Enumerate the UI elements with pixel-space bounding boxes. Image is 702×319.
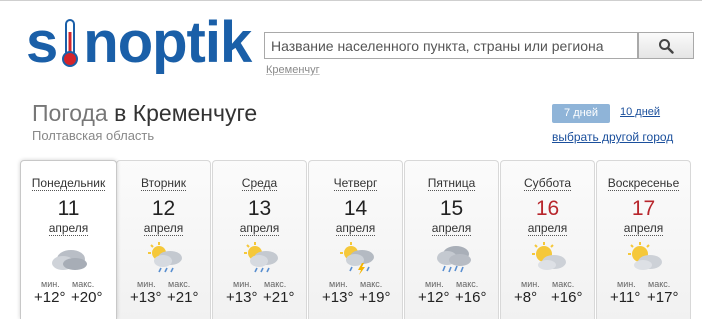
region-label: Полтавская область xyxy=(32,128,155,143)
day-month: апреля xyxy=(431,221,472,236)
min-temp: +12° xyxy=(34,289,66,306)
day-month: апреля xyxy=(143,221,184,236)
min-temp: +8° xyxy=(514,289,538,306)
max-temp: +21° xyxy=(167,289,199,306)
search-button[interactable] xyxy=(638,32,694,59)
day-card[interactable]: Воскресенье 17 апреля мин. макс. +11° +17° xyxy=(596,160,691,319)
day-name: Среда xyxy=(241,176,278,191)
day-number: 15 xyxy=(439,197,464,220)
title-city: в Кременчуге xyxy=(114,100,258,126)
day-name: Пятница xyxy=(427,176,476,191)
min-label: мин. xyxy=(425,279,444,289)
day-month: апреля xyxy=(335,221,376,236)
max-label: макс. xyxy=(552,279,575,289)
tab-10-days[interactable]: 10 дней xyxy=(620,106,660,118)
max-temp: +19° xyxy=(359,289,391,306)
search-icon xyxy=(659,38,674,54)
partly-cloudy-rain-icon xyxy=(239,241,283,275)
min-label: мин. xyxy=(329,279,348,289)
forecast-days: Понедельник 11 апреля мин. макс. +12° +20° Втор… xyxy=(20,160,692,319)
max-label: макс. xyxy=(648,279,671,289)
day-number: 12 xyxy=(151,197,176,220)
min-label: мин. xyxy=(521,279,540,289)
min-temp: +13° xyxy=(226,289,258,306)
day-card[interactable]: Четверг 14 апреля мин. макс. +13° +19° xyxy=(308,160,403,319)
sinoptik-logo[interactable]: s noptik xyxy=(26,10,252,75)
title-prefix: Погода xyxy=(32,100,108,126)
day-name: Понедельник xyxy=(31,176,106,191)
max-temp: +17° xyxy=(647,289,679,306)
min-label: мин. xyxy=(233,279,252,289)
thermometer-icon xyxy=(60,18,80,68)
cloudy-icon xyxy=(47,241,91,275)
day-number: 14 xyxy=(343,197,368,220)
tab-7-days[interactable]: 7 дней xyxy=(552,104,610,123)
partly-cloudy-icon xyxy=(623,241,667,275)
cloudy-rain-icon xyxy=(431,241,475,275)
day-name: Суббота xyxy=(524,176,571,191)
max-temp: +21° xyxy=(263,289,295,306)
day-number: 16 xyxy=(535,197,560,220)
search-input[interactable]: Название населенного пункта, страны или … xyxy=(264,32,638,59)
top-divider xyxy=(0,0,702,1)
min-label: мин. xyxy=(41,279,60,289)
day-card[interactable]: Вторник 12 апреля мин. макс. +13° +21° xyxy=(116,160,211,319)
page-title: Погода в Кременчуге xyxy=(32,100,257,127)
day-card[interactable]: Среда 13 апреля мин. макс. +13° +21° xyxy=(212,160,307,319)
day-name: Вторник xyxy=(141,176,186,191)
day-number: 13 xyxy=(247,197,272,220)
day-name: Четверг xyxy=(333,176,378,191)
logo-text-left: s xyxy=(26,10,58,75)
max-temp: +20° xyxy=(71,289,103,306)
logo-text-right: noptik xyxy=(83,10,252,75)
min-temp: +12° xyxy=(418,289,450,306)
day-month: апреля xyxy=(623,221,664,236)
min-label: мин. xyxy=(137,279,156,289)
max-label: макс. xyxy=(72,279,95,289)
max-temp: +16° xyxy=(551,289,583,306)
max-label: макс. xyxy=(360,279,383,289)
min-temp: +13° xyxy=(322,289,354,306)
day-card[interactable]: Пятница 15 апреля мин. макс. +12° +16° xyxy=(404,160,499,319)
pick-other-city-link[interactable]: выбрать другой город xyxy=(552,130,673,144)
max-label: макс. xyxy=(168,279,191,289)
partly-cloudy-rain-icon xyxy=(143,241,187,275)
min-temp: +11° xyxy=(610,289,641,306)
day-number: 17 xyxy=(631,197,656,220)
day-name: Воскресенье xyxy=(607,176,680,191)
day-card[interactable]: Понедельник 11 апреля мин. макс. +12° +20° xyxy=(20,160,117,319)
thunderstorm-sun-icon xyxy=(335,241,379,275)
max-label: макс. xyxy=(456,279,479,289)
max-temp: +16° xyxy=(455,289,487,306)
day-card[interactable]: Суббота 16 апреля мин. макс. +8° +16° xyxy=(500,160,595,319)
day-month: апреля xyxy=(239,221,280,236)
day-month: апреля xyxy=(48,221,89,236)
max-label: макс. xyxy=(264,279,287,289)
day-number: 11 xyxy=(57,197,80,220)
search-hint-link[interactable]: Кременчуг xyxy=(266,64,320,76)
partly-cloudy-icon xyxy=(527,241,571,275)
min-label: мин. xyxy=(617,279,636,289)
day-month: апреля xyxy=(527,221,568,236)
min-temp: +13° xyxy=(130,289,162,306)
